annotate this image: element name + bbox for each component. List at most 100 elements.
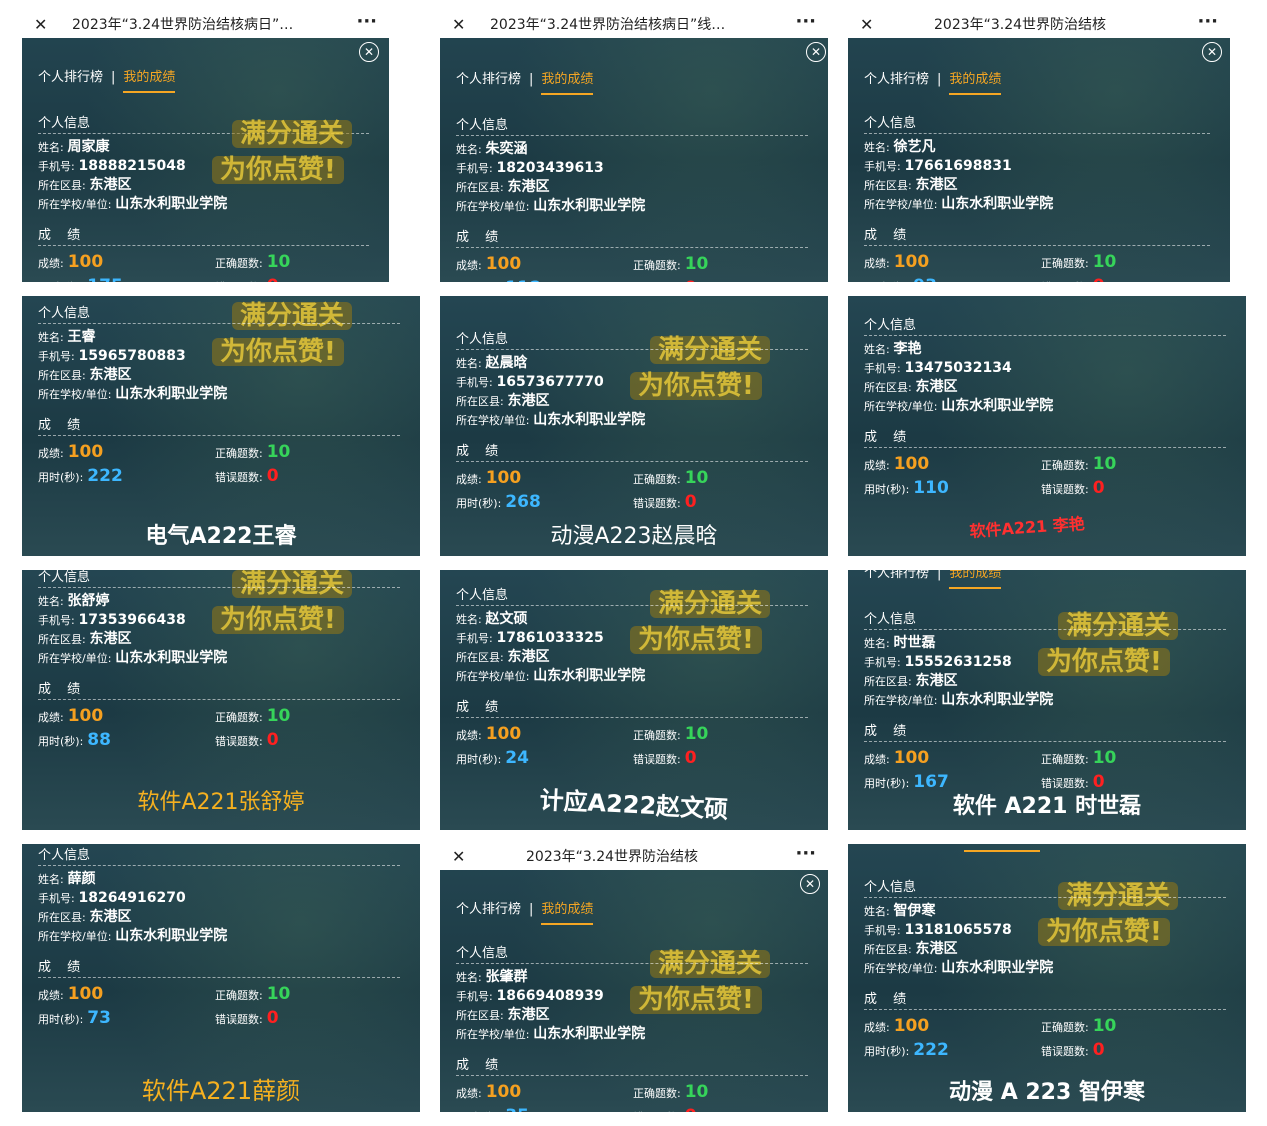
phone-row: 手机号: 17353966438 — [38, 612, 186, 628]
correct-count: 10 — [684, 254, 709, 274]
district-value: 东港区 — [89, 909, 132, 925]
wrong-count: 0 — [1092, 1040, 1105, 1060]
close-icon[interactable]: ✕ — [34, 12, 47, 38]
score-value: 100 — [67, 252, 104, 272]
results-heading: 成 绩 — [38, 414, 400, 436]
personal-info-heading: 个人信息 — [864, 314, 1226, 336]
time-row: 用时(秒): 24 错误题数: 0 — [456, 748, 697, 768]
name-value: 王睿 — [67, 329, 96, 345]
time-row: 用时(秒): 88 错误题数: 0 — [38, 730, 279, 750]
score-row: 成绩: 100 正确题数: 10 — [38, 252, 291, 272]
tab-ranking[interactable]: 个人排行榜 — [456, 72, 521, 87]
tab-bar: 个人排行榜 | 我的成绩 — [864, 68, 1002, 95]
dialog-close-icon[interactable]: ✕ — [800, 874, 820, 894]
name-row: 姓名: 朱奕涵 — [456, 141, 528, 157]
score-row: 成绩: 100 正确题数: 10 — [456, 724, 709, 744]
school-row: 所在学校/单位: 山东水利职业学院 — [864, 196, 1054, 212]
score-card: 个人信息 姓名: 薛颜 手机号: 18264916270 所在区县: 东港区 所… — [38, 844, 400, 1032]
wrong-count: 0 — [685, 278, 697, 282]
dialog-close-icon[interactable]: ✕ — [1202, 42, 1222, 62]
more-icon[interactable]: ··· — [356, 12, 377, 35]
score-card: 个人信息 姓名: 张舒婷 手机号: 17353966438 所在区县: 东港区 … — [38, 570, 400, 754]
time-row: 用时(秒):118错误题数:0 — [456, 278, 808, 282]
screenshot-panel-3: ✕ 2023年“3.24世界防治结核 ··· ✕ 个人排行榜 | 我的成绩 个人信息… — [848, 12, 1230, 282]
name-row: 姓名: 王睿 — [38, 329, 96, 345]
results-heading: 成 绩 — [864, 426, 1226, 448]
tab-my-score[interactable]: 我的成绩 — [541, 72, 594, 95]
tab-bar: 个人排行榜 | 我的成绩 — [864, 570, 1002, 589]
time-row: 用时(秒): 73 错误题数: 0 — [38, 1008, 279, 1028]
school-value: 山东水利职业学院 — [941, 692, 1054, 708]
phone-row: 手机号: 18203439613 — [456, 160, 604, 176]
phone-row: 手机号: 17861033325 — [456, 630, 604, 646]
tab-my-score[interactable]: 我的成绩 — [949, 570, 1002, 589]
time-value: 222 — [87, 466, 123, 486]
tab-my-score[interactable]: 我的成绩 — [949, 72, 1002, 95]
phone-row: 手机号: 18669408939 — [456, 988, 604, 1004]
screenshot-panel-4: 满分通关 为你点赞! 个人信息 姓名: 王睿 手机号: 15965780883 所… — [22, 296, 420, 556]
score-row: 成绩: 100 正确题数: 10 — [38, 442, 291, 462]
more-icon[interactable]: ··· — [795, 12, 816, 35]
district-row: 所在区县: 东港区 — [864, 177, 958, 193]
results-heading: 成 绩 — [456, 1054, 808, 1076]
tab-separator: | — [529, 72, 534, 87]
score-card: 个人信息 姓名: 李艳 手机号: 13475032134 所在区县: 东港区 所… — [864, 314, 1226, 502]
phone-row: 手机号: 13475032134 — [864, 360, 1012, 376]
more-icon[interactable]: ··· — [795, 844, 816, 867]
district-value: 东港区 — [507, 179, 550, 195]
tab-bar: 个人排行榜 | 我的成绩 — [456, 68, 594, 95]
district-row: 所在区县: 东港区 — [864, 673, 958, 689]
phone-value: 15552631258 — [904, 654, 1012, 670]
results-heading: 成 绩 — [456, 440, 808, 462]
dialog-close-icon[interactable]: ✕ — [806, 42, 826, 62]
wrong-count: 0 — [684, 492, 697, 512]
name-value: 张肇群 — [485, 969, 528, 985]
wrong-count: 0 — [266, 1008, 279, 1028]
close-icon[interactable]: ✕ — [860, 12, 873, 38]
name-value: 时世磊 — [893, 635, 936, 651]
score-card: 个人信息 姓名: 朱奕涵 手机号: 18203439613 所在区县: 东港区 … — [456, 114, 808, 282]
score-value: 100 — [485, 1082, 522, 1102]
name-row: 姓名: 徐艺凡 — [864, 139, 936, 155]
name-value: 赵文硕 — [485, 611, 528, 627]
score-card: 个人信息 姓名: 张肇群 手机号: 18669408939 所在区县: 东港区 … — [456, 942, 808, 1112]
district-value: 东港区 — [507, 393, 550, 409]
student-caption: 动漫 A 223 智伊寒 — [949, 1080, 1145, 1105]
window-title: 2023年“3.24世界防治结核 — [934, 17, 1107, 33]
close-icon[interactable]: ✕ — [452, 12, 465, 38]
personal-info-heading: 个人信息 — [456, 584, 808, 606]
district-row: 所在区县: 东港区 — [38, 631, 132, 647]
school-row: 所在学校/单位: 山东水利职业学院 — [864, 692, 1054, 708]
phone-value: 18888215048 — [78, 158, 186, 174]
window-titlebar: ✕ 2023年“3.24世界防治结核 ··· — [848, 12, 1230, 38]
screenshot-panel-2: ✕ 2023年“3.24世界防治结核病日”线… ··· ✕ 个人排行榜 | 我的成绩… — [440, 12, 828, 282]
phone-row: 手机号: 13181065578 — [864, 922, 1012, 938]
school-value: 山东水利职业学院 — [533, 198, 646, 214]
school-value: 山东水利职业学院 — [115, 650, 228, 666]
score-row: 成绩: 100 正确题数: 10 — [38, 706, 291, 726]
window-title: 2023年“3.24世界防治结核病日”… — [72, 17, 294, 33]
time-value: 222 — [913, 1040, 949, 1060]
phone-value: 18203439613 — [496, 160, 604, 176]
tab-my-score[interactable]: 我的成绩 — [123, 70, 176, 93]
phone-row: 手机号: 15965780883 — [38, 348, 186, 364]
personal-info-heading: 个人信息 — [38, 570, 400, 588]
name-row: 姓名: 薛颜 — [38, 871, 96, 887]
tab-ranking[interactable]: 个人排行榜 — [456, 902, 521, 917]
time-value: 175 — [87, 276, 123, 282]
school-value: 山东水利职业学院 — [115, 928, 228, 944]
school-row: 所在学校/单位: 山东水利职业学院 — [456, 668, 646, 684]
tab-ranking[interactable]: 个人排行榜 — [864, 72, 929, 87]
dialog-close-icon[interactable]: ✕ — [359, 42, 379, 62]
score-value: 100 — [893, 454, 930, 474]
school-row: 所在学校/单位: 山东水利职业学院 — [456, 1026, 646, 1042]
tab-ranking[interactable]: 个人排行榜 — [864, 570, 929, 581]
tab-my-score[interactable]: 我的成绩 — [541, 902, 594, 925]
close-icon[interactable]: ✕ — [452, 844, 465, 870]
tab-ranking[interactable]: 个人排行榜 — [38, 70, 103, 85]
school-value: 山东水利职业学院 — [941, 398, 1054, 414]
window-titlebar: ✕ 2023年“3.24世界防治结核病日”… ··· — [22, 12, 389, 38]
more-icon[interactable]: ··· — [1197, 12, 1218, 35]
score-row: 成绩: 100 正确题数: 10 — [864, 252, 1117, 272]
results-heading: 成 绩 — [38, 678, 400, 700]
